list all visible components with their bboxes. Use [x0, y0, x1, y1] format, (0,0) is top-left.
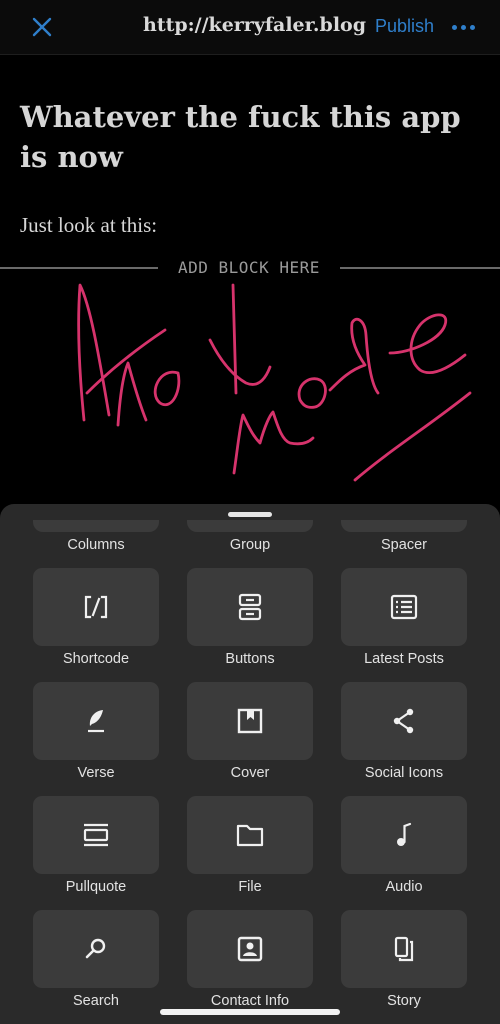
- latest-posts-icon: [390, 594, 418, 620]
- social-icons-block-button[interactable]: [341, 682, 467, 760]
- more-horizontal-icon: [452, 25, 457, 30]
- audio-block-button[interactable]: [341, 796, 467, 874]
- close-icon: [32, 17, 52, 37]
- search-icon: [85, 938, 106, 959]
- shortcode-block-button[interactable]: [33, 568, 159, 646]
- top-bar: http://kerryfaler.blog Publish: [0, 0, 500, 55]
- contact-info-block-button[interactable]: [187, 910, 313, 988]
- audio-label[interactable]: Audio: [324, 879, 484, 895]
- sheet-grabber[interactable]: [228, 512, 272, 517]
- buttons-block-button[interactable]: [187, 568, 313, 646]
- pullquote-icon: [83, 823, 109, 847]
- spacer-tile[interactable]: [341, 520, 467, 532]
- verse-label[interactable]: Verse: [16, 765, 176, 781]
- pullquote-label[interactable]: Pullquote: [16, 879, 176, 895]
- cover-label[interactable]: Cover: [170, 765, 330, 781]
- shortcode-label[interactable]: Shortcode: [16, 651, 176, 667]
- group-tile[interactable]: [187, 520, 313, 532]
- editor-screen: http://kerryfaler.blog Publish Whatever …: [0, 0, 500, 1024]
- columns-label[interactable]: Columns: [16, 537, 176, 553]
- story-label[interactable]: Story: [324, 993, 484, 1009]
- story-block-button[interactable]: [341, 910, 467, 988]
- columns-tile[interactable]: [33, 520, 159, 532]
- cover-block-button[interactable]: [187, 682, 313, 760]
- publish-button[interactable]: Publish: [375, 16, 434, 37]
- block-inserter-sheet: Columns Group Spacer Shortcode Buttons L…: [0, 504, 500, 1024]
- share-icon: [393, 708, 414, 734]
- music-note-icon: [397, 822, 412, 846]
- file-block-button[interactable]: [187, 796, 313, 874]
- search-block-button[interactable]: [33, 910, 159, 988]
- file-label[interactable]: File: [170, 879, 330, 895]
- home-indicator[interactable]: [160, 1009, 340, 1015]
- divider-line: [0, 267, 158, 269]
- contact-card-icon: [237, 936, 263, 962]
- post-title[interactable]: Whatever the fuck this app is now: [20, 97, 480, 177]
- latest-posts-label[interactable]: Latest Posts: [324, 651, 484, 667]
- folder-icon: [236, 824, 264, 847]
- buttons-icon: [238, 593, 262, 621]
- social-icons-label[interactable]: Social Icons: [324, 765, 484, 781]
- contact-info-label[interactable]: Contact Info: [170, 993, 330, 1009]
- latest-posts-block-button[interactable]: [341, 568, 467, 646]
- close-button[interactable]: [22, 9, 62, 45]
- spacer-label[interactable]: Spacer: [324, 537, 484, 553]
- story-icon: [394, 936, 414, 962]
- group-label[interactable]: Group: [170, 537, 330, 553]
- quill-icon: [88, 710, 104, 733]
- paragraph-block[interactable]: Just look at this:: [20, 213, 157, 238]
- more-options-button[interactable]: [446, 14, 482, 40]
- shortcode-icon: [84, 595, 108, 619]
- handwriting-drawing: [77, 283, 472, 482]
- buttons-label[interactable]: Buttons: [170, 651, 330, 667]
- search-label[interactable]: Search: [16, 993, 176, 1009]
- divider-line: [340, 267, 500, 269]
- cover-icon: [237, 708, 263, 734]
- site-url: http://kerryfaler.blog: [143, 14, 366, 36]
- verse-block-button[interactable]: [33, 682, 159, 760]
- pullquote-block-button[interactable]: [33, 796, 159, 874]
